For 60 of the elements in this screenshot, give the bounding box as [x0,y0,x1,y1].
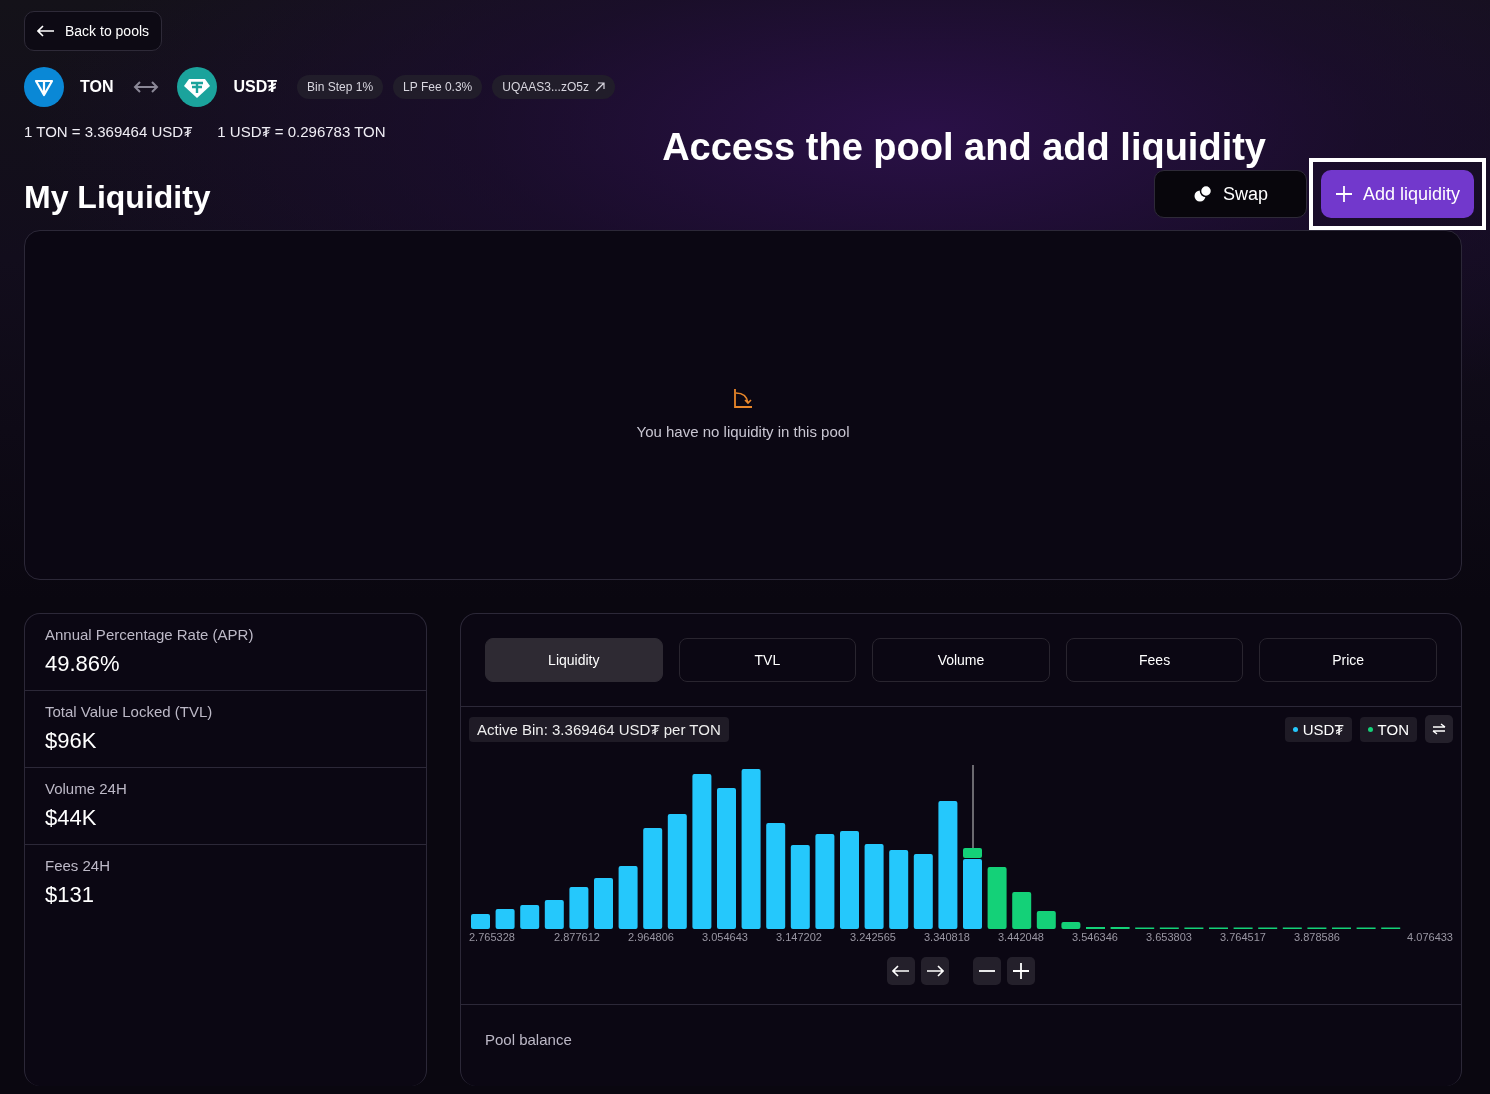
minus-icon [979,970,995,973]
axis-label: 3.442048 [998,931,1045,946]
active-bin-label: Active Bin: 3.369464 USD₮ per TON [469,716,729,742]
stat-value: $131 [45,882,95,909]
stat-label: Fees 24H [45,857,112,875]
double-arrow-icon [133,79,160,95]
arrow-left-icon [37,25,55,37]
chart-tab[interactable]: TVL [678,638,857,683]
zoom-out-button[interactable] [973,957,1001,986]
section-title: My Liquidity [24,178,211,217]
axis-label: 3.242565 [850,931,897,946]
address-link[interactable]: UQAAS3...zO5z [492,75,615,99]
chart-tab[interactable]: Price [1259,638,1437,683]
pool-tag: Bin Step 1% [297,75,384,99]
legend-item: USD₮ [1284,716,1352,742]
annotation-title: Access the pool and add liquidity [662,126,1266,169]
stat-value: $96K [45,728,98,755]
pan-right-button[interactable] [921,957,949,986]
plus-icon [1334,185,1353,204]
axis-label: 3.054643 [702,931,749,946]
stat-value: $44K [45,805,98,832]
chart-tab[interactable]: Volume [872,638,1050,683]
axis-label: 3.340818 [924,931,971,946]
swap-arrows-icon [1432,723,1446,736]
axis-label: 4.076433 [1407,931,1453,946]
swap-button[interactable]: Swap [1153,170,1307,219]
swap-direction-button[interactable] [1425,715,1453,744]
axis-label: 3.764517 [1220,931,1267,946]
stat-label: Annual Percentage Rate (APR) [45,626,255,644]
token-symbol: TON [80,78,114,96]
arrow-left-icon [892,965,910,978]
curve-chart-icon [732,386,754,409]
stat-label: Total Value Locked (TVL) [45,703,214,721]
pan-left-button[interactable] [887,957,915,986]
axis-label: 2.765328 [469,931,516,946]
chart-tab[interactable]: Fees [1065,638,1244,683]
arrow-right-icon [926,965,944,978]
exchange-rate: 1 TON = 3.369464 USD₮ [24,123,193,140]
token-symbol: USD₮ [233,78,278,96]
ton-logo-icon [24,67,64,107]
section-title: Pool balance [461,1004,1461,1075]
axis-label: 2.964806 [628,931,675,946]
stat-label: Volume 24H [45,780,128,798]
stat-value: 49.86% [45,651,121,678]
axis-label: 2.877612 [554,931,601,946]
add-liquidity-button[interactable]: Add liquidity [1320,170,1474,219]
legend-item: TON [1359,716,1417,742]
pool-tag: LP Fee 0.3% [393,75,483,99]
axis-label: 3.147202 [776,931,823,946]
external-link-icon [594,82,605,92]
chart-tab[interactable]: Liquidity [485,638,663,683]
plus-icon [1013,963,1029,980]
axis-label: 3.546346 [1072,931,1119,946]
axis-label: 3.653803 [1146,931,1193,946]
back-button[interactable]: Back to pools [24,11,163,51]
empty-state-message: You have no liquidity in this pool [636,422,850,440]
zoom-in-button[interactable] [1007,957,1035,986]
exchange-rate: 1 USD₮ = 0.296783 TON [217,123,386,140]
tether-logo-icon [177,67,218,107]
axis-label: 3.878586 [1294,931,1341,946]
